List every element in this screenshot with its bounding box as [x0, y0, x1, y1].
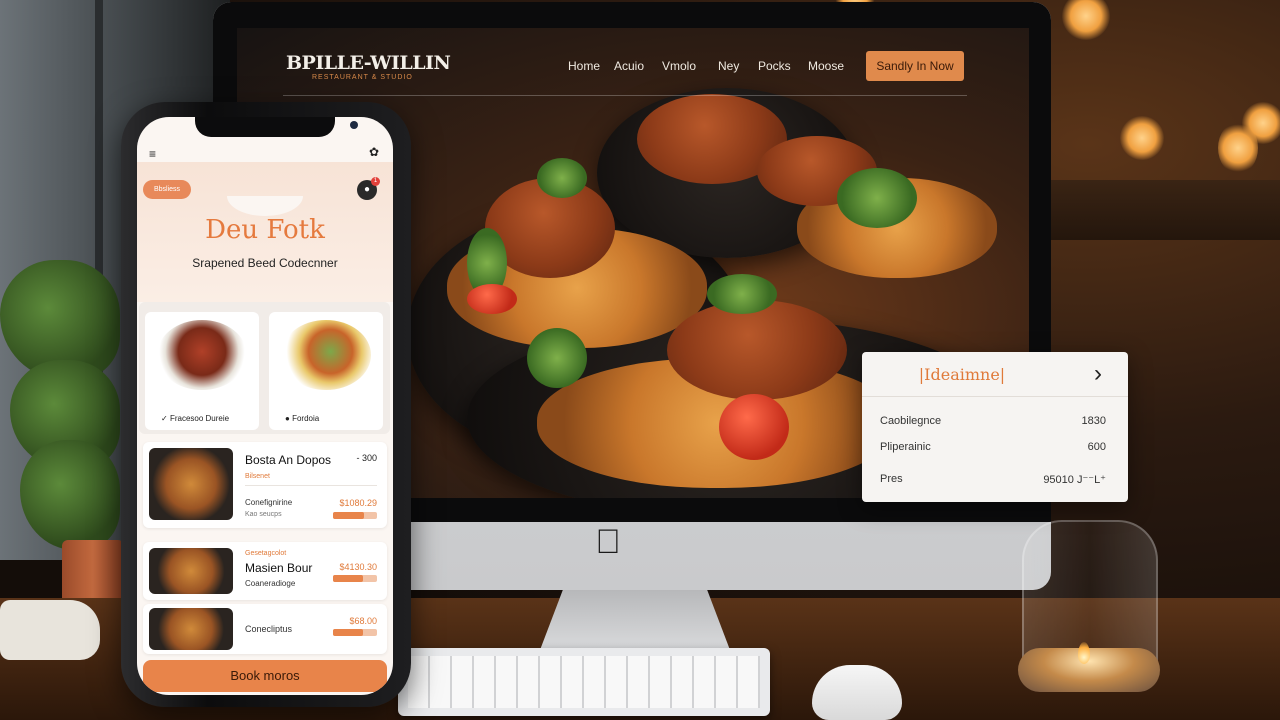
hero-title: Deu Fotk [205, 215, 325, 245]
bokeh-light [1062, 0, 1110, 40]
info-row-label: Pres [880, 473, 903, 485]
monitor-stand [540, 590, 730, 650]
nav-home[interactable]: Home [568, 59, 600, 73]
menu-item[interactable]: Conecliptus $68.00 [143, 604, 387, 654]
book-button[interactable]: Book moros [143, 660, 387, 692]
progress-bar [333, 629, 377, 636]
nav-books[interactable]: Pocks [758, 59, 791, 73]
hero-subtitle: Srapened Beed Codecnner [192, 256, 338, 270]
tomato [467, 284, 517, 314]
info-row: Pres 95010 J⁻⁻L⁺ [880, 473, 1106, 486]
brand-logo[interactable]: BPILLE-WILLIN [286, 52, 451, 74]
menu-item-price: $68.00 [349, 616, 377, 626]
menu-item[interactable]: Gesetagcolot Masien Bour Coaneradioge $4… [143, 542, 387, 600]
info-card: |Ideaimne| › Caobilegnce 1830 Pliperaini… [862, 352, 1128, 502]
napkin [0, 600, 100, 660]
cart-count-badge: 1 [371, 177, 380, 186]
shelf [1050, 180, 1280, 240]
nav-menu[interactable]: Vmolo [662, 59, 696, 73]
progress-fill [333, 629, 363, 636]
herb [527, 328, 587, 388]
menu-item-subtitle: Conefignirine [245, 498, 293, 507]
keyboard [398, 648, 770, 716]
divider [245, 485, 377, 486]
progress-bar [333, 512, 377, 519]
chevron-right-icon[interactable]: › [1094, 360, 1102, 388]
website-nav: BPILLE-WILLIN RESTAURANT & STUDIO Home A… [270, 50, 970, 90]
meatball [667, 300, 847, 400]
dish-image [149, 448, 233, 520]
menu-item-price: $1080.29 [339, 498, 377, 508]
menu-item-tag: Gesetagcolot [245, 550, 287, 557]
herb [707, 274, 777, 314]
apple-logo-icon:  [591, 525, 625, 559]
info-row-value: 95010 J⁻⁻L⁺ [1043, 474, 1106, 486]
featured-card[interactable]: ● Fordoia [269, 312, 383, 430]
menu-item-title: Masien Bour [245, 561, 313, 575]
info-card-header[interactable]: |Ideaimne| › [862, 352, 1128, 397]
herb [537, 158, 587, 198]
featured-cards: ✓ Fracesoo Dureie ● Fordoia [139, 302, 390, 434]
menu-item-title: Bosta An Dopos [245, 453, 332, 467]
camera-icon [350, 121, 358, 129]
tomato [719, 394, 789, 460]
progress-fill [333, 575, 363, 582]
featured-card[interactable]: ✓ Fracesoo Dureie [145, 312, 259, 430]
menu-item-price: - 300 [356, 453, 377, 463]
mouse [812, 665, 902, 720]
nav-about[interactable]: Acuio [614, 59, 644, 73]
menu-item-tag: Bilsenet [245, 473, 270, 480]
info-row-label: Pliperainic [880, 441, 931, 453]
dish-image [149, 548, 233, 594]
info-card-title: |Ideaimne| [918, 365, 1006, 384]
sign-in-button[interactable]: Sandly In Now [866, 51, 964, 81]
featured-caption: ● Fordoia [285, 414, 320, 423]
info-row: Caobilegnce 1830 [880, 415, 1106, 427]
keyboard-keys [408, 656, 760, 708]
menu-item[interactable]: Bosta An Dopos Bilsenet - 300 Conefignir… [143, 442, 387, 528]
hero-arc [227, 196, 303, 216]
featured-caption: ✓ Fracesoo Dureie [161, 414, 230, 423]
info-row: Pliperainic 600 [880, 441, 1106, 453]
menu-item-title: Conecliptus [245, 624, 293, 634]
category-badge[interactable]: Bbsliess [143, 180, 191, 199]
hamburger-menu-icon[interactable]: ≡ [149, 147, 156, 161]
nav-divider [283, 95, 967, 96]
info-row-label: Caobilegnce [880, 415, 942, 427]
mobile-app-screen: ≡ ✿ Bbsliess ● 1 Deu Fotk Srapened Beed … [137, 117, 393, 695]
bokeh-light [1120, 116, 1164, 160]
progress-fill [333, 512, 364, 519]
dish-image [281, 320, 371, 390]
dish-image [149, 608, 233, 650]
menu-item-note: Kao seucps [245, 511, 282, 518]
herb [837, 168, 917, 228]
phone-notch [195, 117, 358, 137]
nav-more[interactable]: Moose [808, 59, 844, 73]
share-icon[interactable]: ✿ [369, 145, 379, 159]
dish-image [157, 320, 247, 390]
progress-bar [333, 575, 377, 582]
info-row-value: 1830 [1081, 415, 1106, 427]
menu-item-subtitle: Coaneradioge [245, 579, 296, 588]
info-row-value: 600 [1087, 441, 1106, 453]
brand-tagline: RESTAURANT & STUDIO [312, 74, 413, 81]
flame-icon [1078, 642, 1090, 664]
nav-news[interactable]: Ney [718, 59, 739, 73]
menu-item-price: $4130.30 [339, 562, 377, 572]
bokeh-light [1242, 102, 1280, 144]
